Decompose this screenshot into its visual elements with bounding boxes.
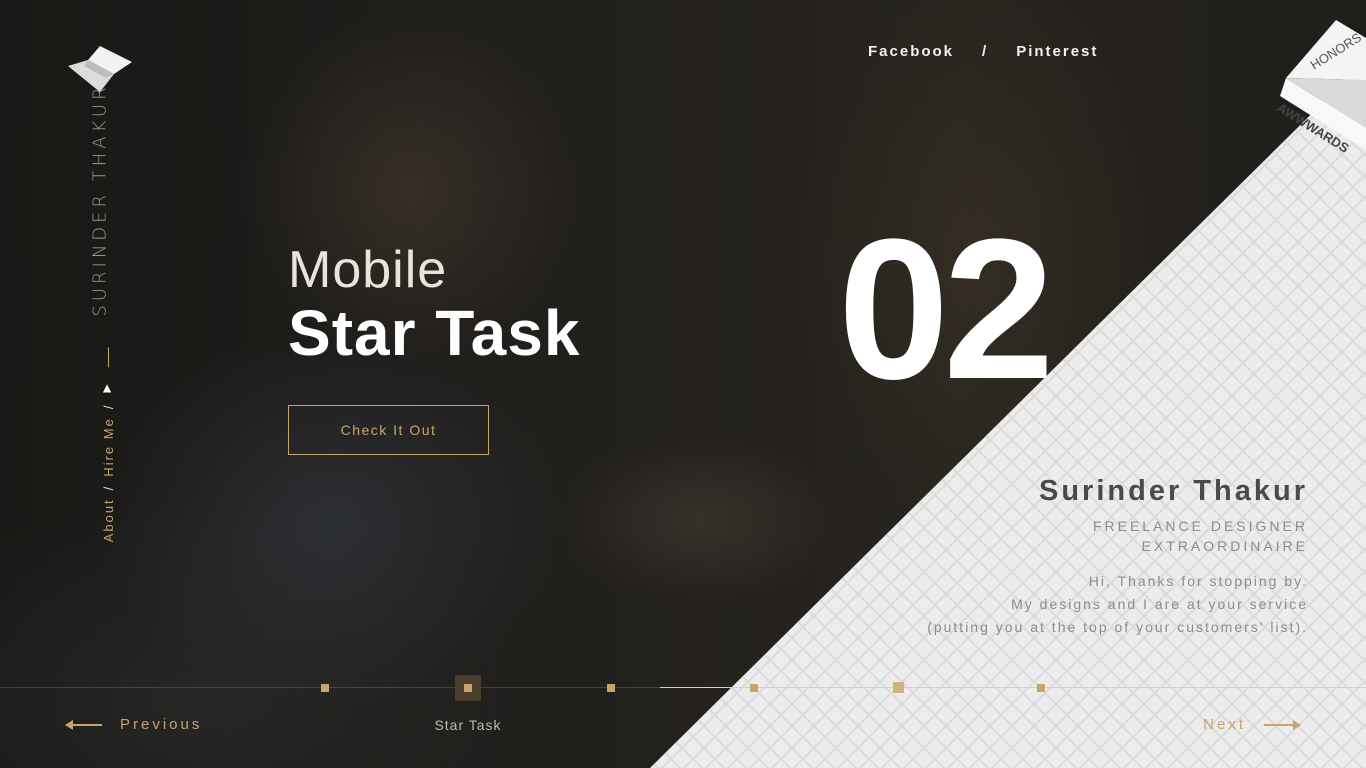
arrow-left-icon bbox=[65, 719, 102, 730]
hire-me-link[interactable]: Hire Me bbox=[101, 417, 116, 477]
next-button[interactable]: Next bbox=[1203, 716, 1301, 733]
brand-name-vertical: SURINDER THAKUR bbox=[89, 83, 111, 317]
timeline-track-light bbox=[660, 687, 1366, 688]
project-title: Star Task bbox=[288, 297, 581, 369]
bio-role: FREELANCE DESIGNER EXTRAORDINAIRE bbox=[927, 516, 1308, 556]
bio-message: Hi, Thanks for stopping by. My designs a… bbox=[927, 570, 1308, 639]
home-icon[interactable]: ▲ bbox=[100, 380, 116, 396]
timeline-dot-6[interactable] bbox=[1037, 684, 1045, 692]
timeline-dot-4[interactable] bbox=[750, 684, 758, 692]
timeline-dot-5[interactable] bbox=[893, 682, 904, 693]
side-nav-bar bbox=[107, 347, 109, 368]
previous-button[interactable]: Previous bbox=[65, 716, 203, 733]
project-category: Mobile bbox=[288, 241, 448, 299]
timeline-dot-2-active[interactable] bbox=[455, 675, 481, 701]
bio-name: Surinder Thakur bbox=[1039, 475, 1308, 507]
bio-role-line-2: EXTRAORDINAIRE bbox=[1141, 538, 1308, 554]
bio-message-line-3: (putting you at the top of your customer… bbox=[927, 619, 1308, 635]
about-link[interactable]: About bbox=[101, 498, 116, 542]
slide-number: 02 bbox=[838, 198, 1054, 421]
page: SURINDER THAKUR About / Hire Me / ▲ Face… bbox=[0, 0, 1366, 768]
timeline-dot-active-inner bbox=[464, 684, 472, 692]
side-nav: About / Hire Me / ▲ bbox=[100, 347, 116, 542]
facebook-link[interactable]: Facebook bbox=[868, 43, 954, 60]
check-it-out-button[interactable]: Check It Out bbox=[288, 405, 489, 455]
arrow-right-icon bbox=[1264, 719, 1301, 730]
bio-message-line-2: My designs and I are at your service bbox=[1011, 596, 1308, 612]
bio-message-line-1: Hi, Thanks for stopping by. bbox=[1088, 573, 1308, 589]
social-separator: / bbox=[982, 43, 989, 60]
side-nav-separator-2: / bbox=[100, 403, 116, 410]
timeline-dot-1[interactable] bbox=[321, 684, 329, 692]
pinterest-link[interactable]: Pinterest bbox=[1016, 43, 1098, 60]
side-nav-separator: / bbox=[100, 484, 116, 491]
previous-label: Previous bbox=[120, 716, 203, 733]
bio-role-line-1: FREELANCE DESIGNER bbox=[1092, 518, 1308, 534]
current-slide-label: Star Task bbox=[434, 717, 502, 733]
next-label: Next bbox=[1203, 716, 1246, 733]
timeline-dot-3[interactable] bbox=[607, 684, 615, 692]
awwwards-honors-ribbon[interactable]: HONORS AWWWARDS bbox=[1256, 0, 1366, 170]
social-links: Facebook / Pinterest bbox=[868, 43, 1098, 60]
bio-block: Surinder Thakur FREELANCE DESIGNER EXTRA… bbox=[927, 475, 1308, 639]
